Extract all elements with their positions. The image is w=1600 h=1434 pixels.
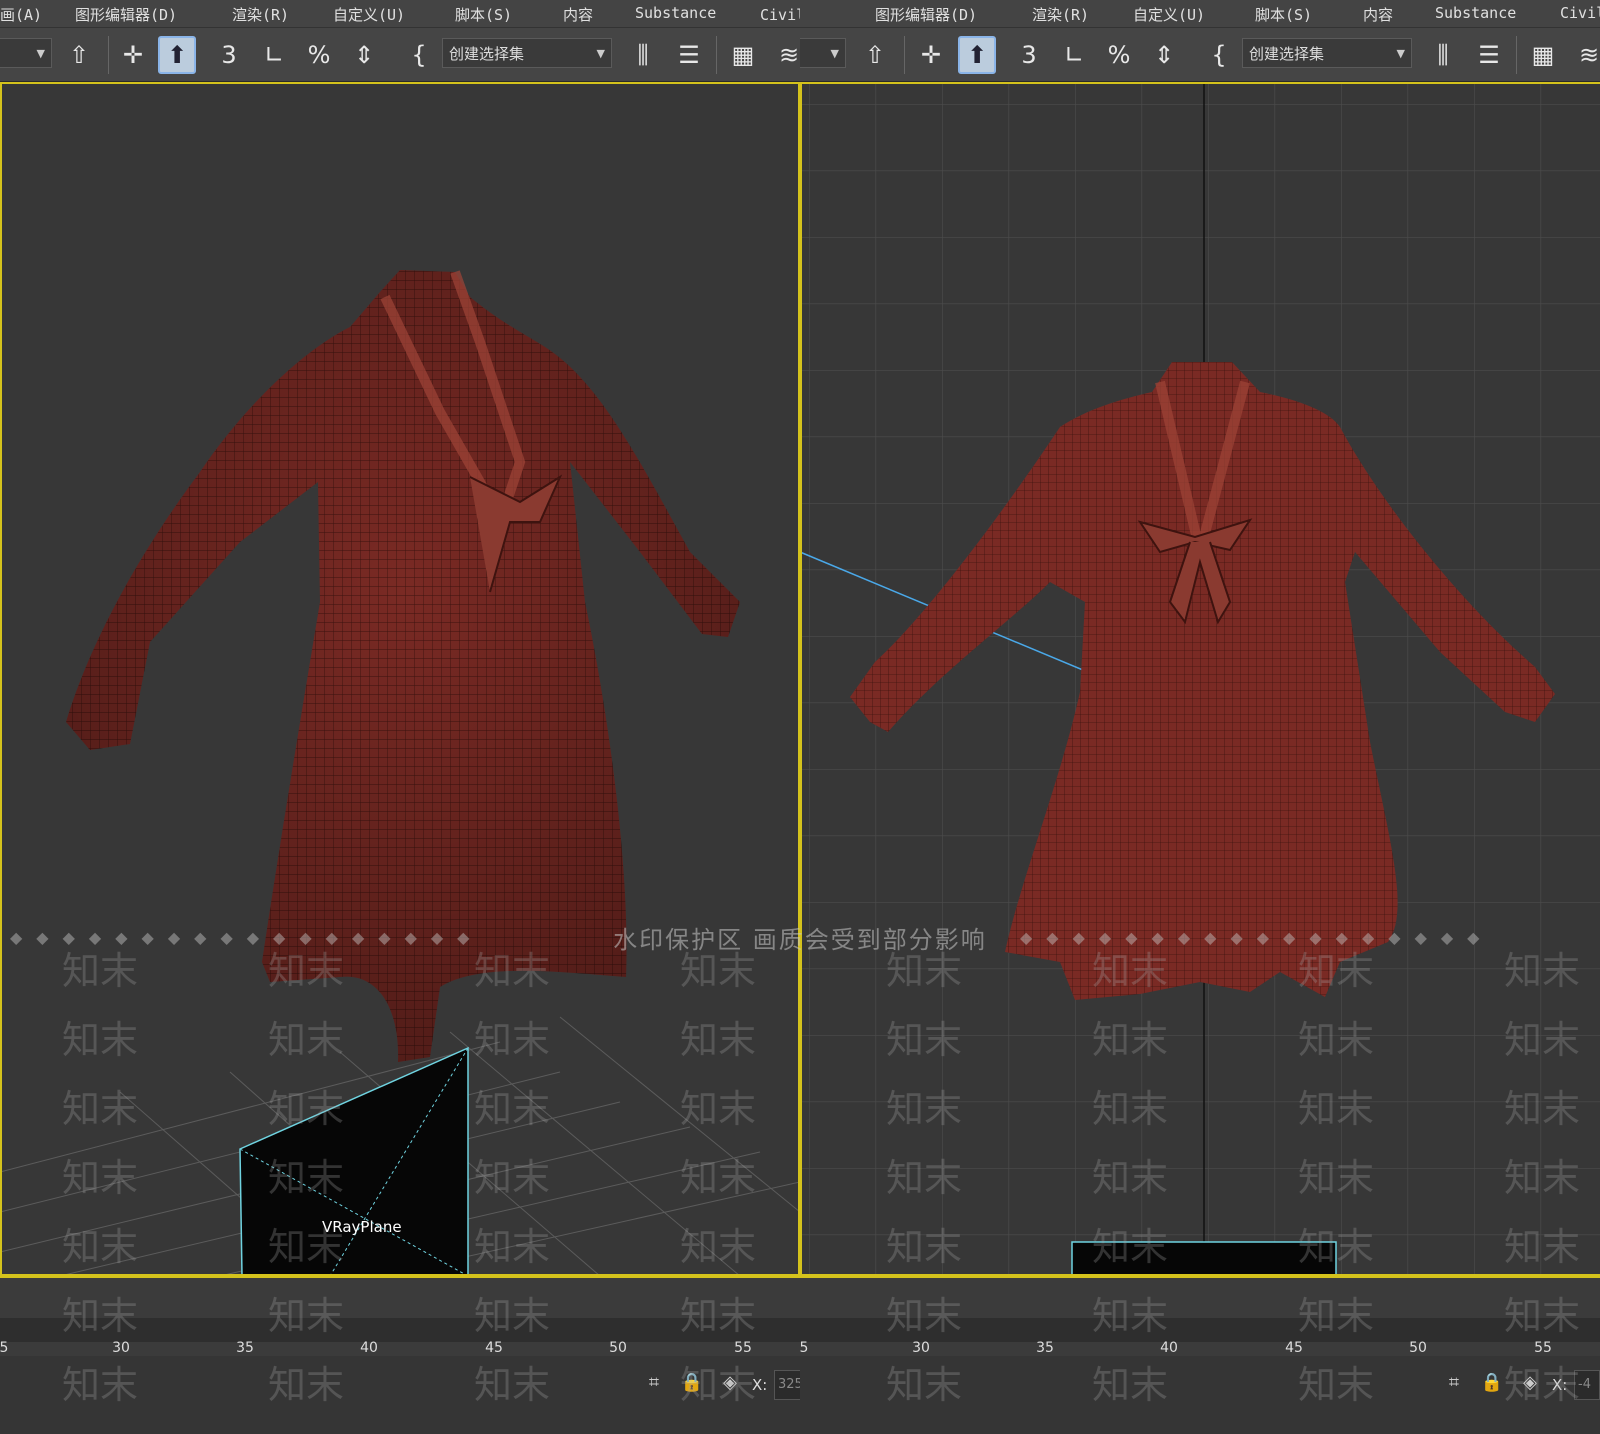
timeline-tick: 30	[112, 1340, 130, 1356]
scene-explorer-icon[interactable]: ▦	[1524, 36, 1562, 74]
menu-scripting[interactable]: 脚本(S)	[455, 4, 512, 25]
timeline-tick: 55	[1534, 1340, 1552, 1356]
x-coordinate-label: X:	[752, 1376, 768, 1394]
main-toolbar: ▼ ⇧ ✛ ⬆ 3 ∟ % ⇕ { 创建选择集 ▼ ⫼ ☰ ▦ ≋	[0, 28, 800, 82]
menu-civil-view[interactable]: Civil画(A)	[760, 4, 800, 25]
menu-rendering[interactable]: 渲染(R)	[232, 4, 289, 25]
left-screen: 画(A) 图形编辑器(D) 渲染(R) 自定义(U) 脚本(S) 内容 Subs…	[0, 0, 800, 1434]
timeline-tick: 50	[609, 1340, 627, 1356]
layer-icon[interactable]: ≋	[770, 36, 800, 74]
selection-set-dropdown[interactable]: 创建选择集 ▼	[1242, 38, 1412, 68]
angle-snap-icon[interactable]: ∟	[255, 36, 293, 74]
menu-civil-view[interactable]: Civil	[1560, 4, 1600, 22]
vray-plane-label: VRayPlane	[322, 1218, 402, 1236]
dress-model[interactable]	[66, 270, 740, 1062]
x-coordinate-label: X:	[1552, 1376, 1568, 1394]
menu-scripting[interactable]: 脚本(S)	[1255, 4, 1312, 25]
timeline-tick: 35	[1036, 1340, 1054, 1356]
menu-rendering[interactable]: 渲染(R)	[1032, 4, 1089, 25]
isolate-selection-icon[interactable]: ⌗	[1441, 1372, 1467, 1398]
timeline-track[interactable]	[800, 1318, 1600, 1342]
timeline-tick: 55	[734, 1340, 752, 1356]
spinner-snap-icon[interactable]: ⇕	[345, 36, 383, 74]
vray-plane-object[interactable]	[239, 1046, 469, 1276]
timeline-tick: 35	[236, 1340, 254, 1356]
selection-filter-dropdown[interactable]: ▼	[800, 38, 846, 68]
scene-explorer-icon[interactable]: ▦	[724, 36, 762, 74]
menu-customize[interactable]: 自定义(U)	[1133, 4, 1205, 25]
select-object-icon[interactable]: ⬆	[958, 36, 996, 74]
named-selection-icon[interactable]: {	[1200, 36, 1238, 74]
timeline-tick: 45	[1285, 1340, 1303, 1356]
x-coordinate-field[interactable]: 325	[774, 1370, 800, 1400]
menu-bar: 图形编辑器(D) 渲染(R) 自定义(U) 脚本(S) 内容 Substance…	[800, 0, 1600, 28]
perspective-viewport[interactable]: VRayPlane	[0, 82, 800, 1276]
timeline-tick: 30	[912, 1340, 930, 1356]
menu-substance[interactable]: Substance	[635, 4, 716, 22]
viewport-divider	[798, 82, 802, 1276]
select-and-link-icon[interactable]: ⇧	[60, 36, 98, 74]
align-icon[interactable]: ☰	[670, 36, 708, 74]
menu-graph-editors[interactable]: 图形编辑器(D)	[75, 4, 177, 25]
selection-set-text: 创建选择集	[449, 45, 525, 63]
isolate-selection-icon[interactable]: ⌗	[641, 1372, 667, 1398]
selection-filter-dropdown[interactable]: ▼	[0, 38, 52, 68]
select-and-link-icon[interactable]: ⇧	[856, 36, 894, 74]
align-icon[interactable]: ☰	[1470, 36, 1508, 74]
timeline-tick: 45	[485, 1340, 503, 1356]
menu-graph-editors[interactable]: 图形编辑器(D)	[875, 4, 977, 25]
menu-content[interactable]: 内容	[563, 4, 593, 25]
viewport-scene: VRayPlane	[0, 270, 800, 1276]
snap-3d-icon[interactable]: 3	[1010, 36, 1048, 74]
timeline-tick: 50	[1409, 1340, 1427, 1356]
move-icon[interactable]: ✛	[912, 36, 950, 74]
percent-snap-icon[interactable]: %	[300, 36, 338, 74]
right-screen: 图形编辑器(D) 渲染(R) 自定义(U) 脚本(S) 内容 Substance…	[800, 0, 1600, 1434]
timeline-tick: 5	[800, 1340, 809, 1356]
vray-plane-object[interactable]	[1071, 1241, 1337, 1276]
timeline-tick: 40	[1160, 1340, 1178, 1356]
menu-bar: 画(A) 图形编辑器(D) 渲染(R) 自定义(U) 脚本(S) 内容 Subs…	[0, 0, 800, 28]
status-bar: ⌗ 🔒 ◈ X: -4	[800, 1356, 1600, 1434]
lock-icon[interactable]: 🔒	[679, 1372, 705, 1398]
front-viewport[interactable]	[800, 82, 1600, 1276]
menu-customize[interactable]: 自定义(U)	[333, 4, 405, 25]
snap-3d-icon[interactable]: 3	[210, 36, 248, 74]
absolute-mode-icon[interactable]: ◈	[1517, 1372, 1543, 1398]
x-coordinate-field[interactable]: -4	[1574, 1370, 1600, 1400]
time-slider[interactable]: 5 30 35 40 45 50 55	[800, 1276, 1600, 1356]
percent-snap-icon[interactable]: %	[1100, 36, 1138, 74]
spinner-snap-icon[interactable]: ⇕	[1145, 36, 1183, 74]
absolute-mode-icon[interactable]: ◈	[717, 1372, 743, 1398]
status-bar: ⌗ 🔒 ◈ X: 325	[0, 1356, 800, 1434]
mirror-icon[interactable]: ⫼	[1424, 36, 1462, 74]
lock-icon[interactable]: 🔒	[1479, 1372, 1505, 1398]
menu-substance[interactable]: Substance	[1435, 4, 1516, 22]
named-selection-icon[interactable]: {	[400, 36, 438, 74]
viewport-scene	[800, 82, 1600, 1276]
select-object-icon[interactable]: ⬆	[158, 36, 196, 74]
timeline-tick: 40	[360, 1340, 378, 1356]
selection-set-text: 创建选择集	[1249, 45, 1325, 63]
menu-content[interactable]: 内容	[1363, 4, 1393, 25]
mirror-icon[interactable]: ⫼	[624, 36, 662, 74]
time-slider[interactable]: 5 30 35 40 45 50 55	[0, 1276, 800, 1356]
angle-snap-icon[interactable]: ∟	[1055, 36, 1093, 74]
timeline-tick: 5	[0, 1340, 9, 1356]
menu-animation[interactable]: 画(A)	[0, 4, 42, 25]
selection-set-dropdown[interactable]: 创建选择集 ▼	[442, 38, 612, 68]
move-icon[interactable]: ✛	[114, 36, 152, 74]
main-toolbar: ▼ ⇧ ✛ ⬆ 3 ∟ % ⇕ { 创建选择集 ▼ ⫼ ☰ ▦ ≋	[800, 28, 1600, 82]
layer-icon[interactable]: ≋	[1570, 36, 1600, 74]
timeline-track[interactable]	[0, 1318, 800, 1342]
